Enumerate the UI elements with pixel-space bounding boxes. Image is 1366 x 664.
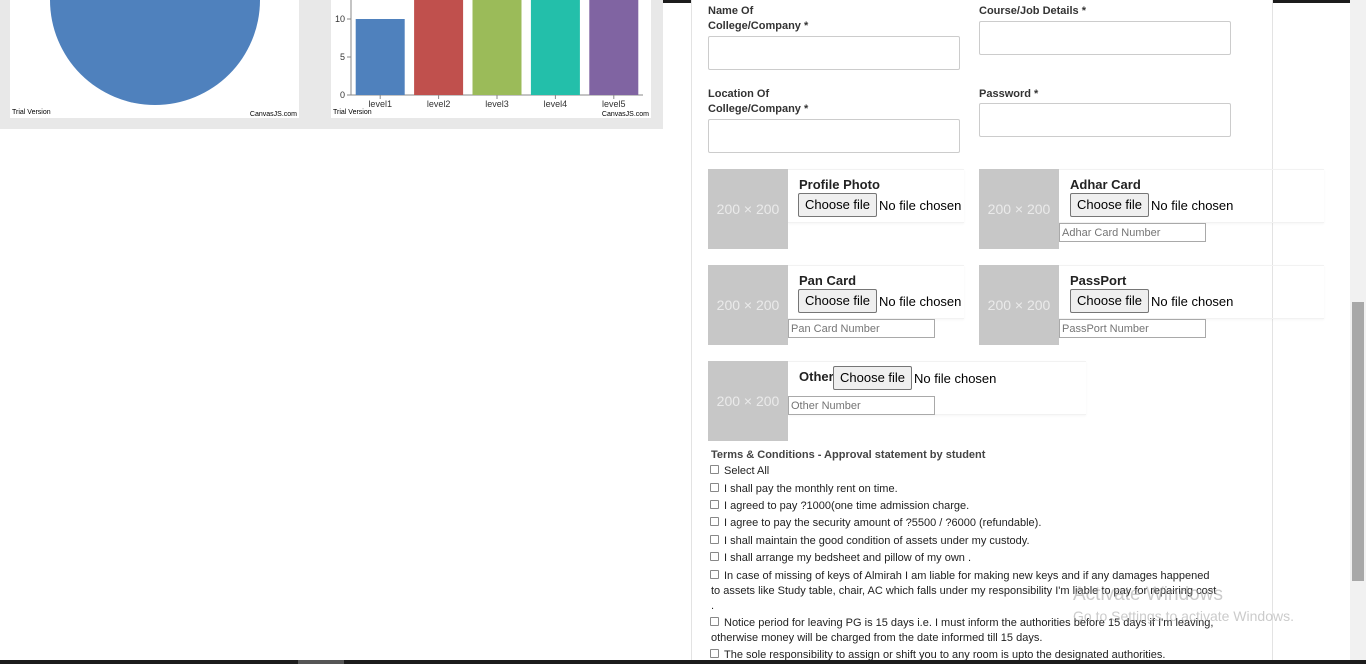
horizontal-scroll-thumb[interactable] bbox=[298, 660, 344, 664]
name-label-line2: College/Company * bbox=[708, 20, 809, 32]
term-checkbox-5[interactable] bbox=[710, 552, 719, 561]
charts-area: Trial Version CanvasJS.com Trial Version… bbox=[0, 0, 663, 129]
pie-watermark-right: CanvasJS.com bbox=[250, 111, 297, 118]
adhar-card-placeholder: 200 × 200 bbox=[979, 169, 1059, 249]
pan-card-number-input[interactable] bbox=[788, 319, 935, 338]
pie-slice bbox=[50, 0, 260, 105]
college-name-input[interactable] bbox=[708, 36, 960, 70]
profile-photo-placeholder: 200 × 200 bbox=[708, 169, 788, 249]
activate-windows-subtitle: Go to Settings to activate Windows. bbox=[1073, 608, 1294, 624]
terms-heading: Terms & Conditions - Approval statement … bbox=[711, 449, 986, 461]
location-input[interactable] bbox=[708, 119, 960, 153]
location-label: Location Of College/Company * bbox=[708, 87, 808, 117]
other-document-number-input[interactable] bbox=[788, 396, 935, 415]
term-text-5: I shall arrange my bedsheet and pillow o… bbox=[724, 552, 972, 564]
other-document-choose-file-button[interactable]: Choose file bbox=[833, 366, 913, 390]
term-checkbox-4[interactable] bbox=[710, 535, 719, 544]
profile-photo-title: Profile Photo bbox=[799, 177, 880, 192]
location-label-line2: College/Company * bbox=[708, 103, 809, 115]
x-tick-label-level4: level4 bbox=[544, 99, 568, 109]
window-bottom-edge bbox=[0, 660, 1366, 664]
bar-chart: Trial Version CanvasJS.com 0 5 10 level1 lev… bbox=[331, 0, 651, 118]
pie-chart-svg: Trial Version CanvasJS.com bbox=[12, 0, 297, 118]
location-label-line1: Location Of bbox=[708, 88, 770, 100]
x-tick-label-level1: level1 bbox=[368, 99, 392, 109]
name-of-college-label: Name Of College/Company * bbox=[708, 4, 808, 34]
select-all-checkbox[interactable] bbox=[710, 465, 719, 474]
y-tick-label: 5 bbox=[340, 52, 345, 62]
profile-photo-file-status: No file chosen bbox=[879, 198, 962, 213]
term-checkbox-1[interactable] bbox=[710, 483, 719, 492]
x-tick-label-level5: level5 bbox=[602, 99, 626, 109]
term-notice-line2: otherwise money will be charged from the… bbox=[711, 632, 1043, 644]
term-checkbox-sole[interactable] bbox=[710, 649, 719, 658]
pan-card-choose-file-button[interactable]: Choose file bbox=[798, 289, 878, 313]
bar-level2 bbox=[414, 0, 464, 95]
bar-level3 bbox=[472, 0, 522, 95]
term-checkbox-almirah[interactable] bbox=[710, 570, 719, 579]
term-text-3: I agree to pay the security amount of ?5… bbox=[724, 517, 1042, 529]
x-tick-label-level3: level3 bbox=[485, 99, 509, 109]
term-text-2: I agreed to pay ?1000(one time admission… bbox=[724, 500, 970, 512]
other-document-file-status: No file chosen bbox=[914, 371, 997, 386]
bar-watermark-right: CanvasJS.com bbox=[602, 111, 649, 118]
passport-file-status: No file chosen bbox=[1151, 294, 1234, 309]
term-text-1: I shall pay the monthly rent on time. bbox=[724, 483, 898, 495]
pie-watermark-left: Trial Version bbox=[12, 109, 51, 116]
profile-photo-choose-file-button[interactable]: Choose file bbox=[798, 193, 878, 217]
y-tick-label: 0 bbox=[340, 90, 345, 100]
adhar-card-file-status: No file chosen bbox=[1151, 198, 1234, 213]
y-tick-label: 10 bbox=[335, 14, 345, 24]
scrollbar-thumb[interactable] bbox=[1352, 302, 1364, 581]
bar-level4 bbox=[530, 0, 580, 95]
adhar-card-number-input[interactable] bbox=[1059, 223, 1206, 242]
other-document-placeholder: 200 × 200 bbox=[708, 361, 788, 441]
term-checkbox-3[interactable] bbox=[710, 517, 719, 526]
pan-card-placeholder: 200 × 200 bbox=[708, 265, 788, 345]
pie-chart: Trial Version CanvasJS.com bbox=[10, 0, 299, 118]
term-almirah-line3: . bbox=[711, 600, 715, 612]
select-all-label: Select All bbox=[724, 465, 770, 477]
term-text-4: I shall maintain the good condition of a… bbox=[724, 535, 1030, 547]
adhar-card-title: Adhar Card bbox=[1070, 177, 1141, 192]
password-label: Password * bbox=[979, 88, 1039, 100]
passport-placeholder: 200 × 200 bbox=[979, 265, 1059, 345]
passport-title: PassPort bbox=[1070, 273, 1127, 288]
bar-watermark-left: Trial Version bbox=[333, 109, 372, 116]
bar-level5 bbox=[589, 0, 639, 95]
activate-windows-title: Activate Windows bbox=[1073, 584, 1223, 605]
name-label-line1: Name Of bbox=[708, 5, 754, 17]
x-tick-label-level2: level2 bbox=[427, 99, 451, 109]
term-checkbox-notice[interactable] bbox=[710, 617, 719, 626]
term-checkbox-2[interactable] bbox=[710, 500, 719, 509]
bar-chart-svg: Trial Version CanvasJS.com 0 5 10 level1 lev… bbox=[333, 0, 649, 118]
term-almirah-line1: In case of missing of keys of Almirah I … bbox=[724, 570, 1210, 582]
passport-number-input[interactable] bbox=[1059, 319, 1206, 338]
passport-choose-file-button[interactable]: Choose file bbox=[1070, 289, 1150, 313]
vertical-scrollbar[interactable] bbox=[1350, 0, 1366, 660]
other-document-title: Other bbox=[799, 369, 834, 384]
course-job-input[interactable] bbox=[979, 21, 1231, 55]
adhar-card-choose-file-button[interactable]: Choose file bbox=[1070, 193, 1150, 217]
pan-card-title: Pan Card bbox=[799, 273, 857, 288]
course-job-label: Course/Job Details * bbox=[979, 5, 1086, 17]
bar-level1 bbox=[355, 19, 405, 95]
password-input[interactable] bbox=[979, 103, 1231, 137]
pan-card-file-status: No file chosen bbox=[879, 294, 962, 309]
